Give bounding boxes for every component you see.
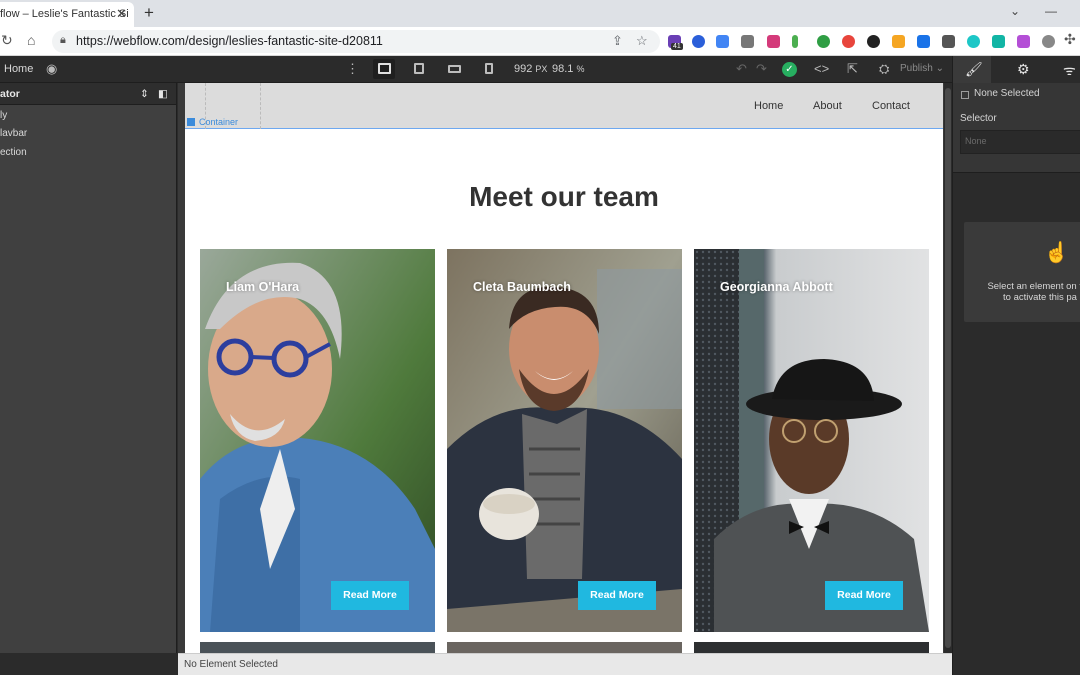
mobile-portrait-breakpoint-icon[interactable]	[478, 59, 500, 79]
reload-icon[interactable]: ↻	[1, 32, 13, 49]
tab-settings[interactable]: ⚙	[1005, 56, 1043, 83]
scrollbar-thumb[interactable]	[945, 88, 951, 648]
tab-search-chevron-icon[interactable]: ⌄	[1010, 4, 1020, 18]
team-photo-cleta	[447, 249, 682, 632]
extension-icon-9[interactable]	[867, 35, 880, 48]
navigator-item-navbar[interactable]: lavbar	[0, 128, 27, 139]
select-element-hint: ☝ Select an element on the to activate t…	[964, 222, 1080, 322]
site-page: Container Home About Contact Meet our te…	[185, 83, 943, 653]
team-card-row2[interactable]	[200, 642, 435, 653]
share-icon[interactable]: ⇪	[612, 33, 623, 49]
browser-tab-bar: flow – Leslie's Fantastic Si ✕ + ⌄ —	[0, 0, 1080, 27]
team-card[interactable]: Georgianna Abbott Read More	[694, 249, 929, 632]
team-card-row2[interactable]	[694, 642, 929, 653]
read-more-button[interactable]: Read More	[825, 581, 903, 610]
lock-icon: 🔒︎	[60, 34, 66, 46]
extension-icon-13[interactable]	[967, 35, 980, 48]
code-export-icon[interactable]: <>	[814, 61, 829, 76]
new-tab-button[interactable]: +	[144, 3, 154, 23]
tablet-breakpoint-icon[interactable]	[408, 59, 430, 79]
navigator-panel: ator ⇕ ◧ ly lavbar ection	[0, 83, 177, 653]
minimize-icon[interactable]: —	[1045, 4, 1057, 18]
none-selected-checkbox[interactable]	[961, 91, 969, 99]
gear-icon: ⚙	[1017, 61, 1030, 77]
read-more-button[interactable]: Read More	[331, 581, 409, 610]
extension-icon-16[interactable]	[1042, 35, 1055, 48]
tab-title: flow – Leslie's Fantastic Si	[0, 8, 129, 20]
omnibox[interactable]: 🔒︎ https://webflow.com/design/leslies-fa…	[52, 30, 660, 53]
desktop-breakpoint-icon[interactable]	[373, 59, 395, 79]
bookmark-star-icon[interactable]: ☆	[636, 33, 648, 49]
evernote-extension-icon[interactable]	[817, 35, 830, 48]
undo-icon[interactable]: ↶	[736, 61, 747, 77]
team-photo-georgianna	[694, 249, 929, 632]
canvas-scrollbar[interactable]	[944, 83, 952, 653]
tab-interactions[interactable]: ᯤ	[1051, 56, 1080, 83]
mobile-landscape-breakpoint-icon[interactable]	[443, 59, 465, 79]
tab-style[interactable]: 🖌︎	[953, 56, 991, 83]
team-card[interactable]: Liam O'Hara Read More	[200, 249, 435, 632]
site-navbar[interactable]: Container Home About Contact	[185, 83, 943, 129]
team-member-name: Georgianna Abbott	[720, 280, 833, 294]
interactions-icon: ᯤ	[1063, 62, 1076, 78]
publish-button[interactable]: Publish ⌄	[900, 63, 944, 74]
audit-check-icon[interactable]: ✓	[782, 62, 797, 77]
extension-icon-15[interactable]	[1017, 35, 1030, 48]
expand-collapse-icon[interactable]: ⇕	[140, 88, 149, 100]
extension-icon-2[interactable]	[692, 35, 705, 48]
page-selector[interactable]: Home	[4, 63, 33, 75]
designer-toolbar: Home ◉ ⋮ 992 PX 98.1 % ↶ ↷ ✓ <> ⇱ ⛭ Publ…	[0, 56, 1080, 83]
none-selected-label: None Selected	[974, 88, 1040, 99]
browser-tab[interactable]: flow – Leslie's Fantastic Si ✕	[0, 2, 134, 27]
selector-section: None Selected Selector	[953, 83, 1080, 173]
selector-input[interactable]: None	[960, 130, 1080, 154]
read-more-button[interactable]: Read More	[578, 581, 656, 610]
canvas-zoom: 98.1 %	[552, 63, 585, 75]
nav-link-home[interactable]: Home	[754, 100, 783, 112]
extensions-puzzle-icon[interactable]: ✣	[1064, 31, 1076, 48]
hint-text: Select an element on the to activate thi…	[987, 281, 1080, 303]
extension-icon-14[interactable]	[992, 35, 1005, 48]
team-member-name: Cleta Baumbach	[473, 280, 571, 294]
canvas-width: 992 PX	[514, 63, 548, 75]
pointer-hand-icon: ☝	[1044, 242, 1069, 264]
breadcrumb-status-bar: No Element Selected	[178, 653, 952, 675]
team-card-row2[interactable]	[447, 642, 682, 653]
cart-extension-icon[interactable]	[892, 35, 905, 48]
team-member-name: Liam O'Hara	[226, 280, 300, 294]
translate-extension-icon[interactable]	[716, 35, 729, 48]
share-link-icon[interactable]: ⇱	[847, 61, 858, 77]
extension-icon-6[interactable]	[792, 35, 798, 48]
dock-panel-icon[interactable]: ◧	[158, 88, 168, 100]
paintbrush-icon: 🖌︎	[965, 61, 983, 77]
status-text: No Element Selected	[184, 659, 278, 670]
navigator-header: ator ⇕ ◧	[0, 83, 176, 105]
extension-icon-11[interactable]	[917, 35, 930, 48]
redo-icon[interactable]: ↷	[756, 61, 767, 77]
nav-link-contact[interactable]: Contact	[872, 100, 910, 112]
status-left-filler	[0, 653, 178, 675]
team-photo-liam	[200, 249, 435, 632]
url-text: https://webflow.com/design/leslies-fanta…	[76, 34, 383, 48]
tab-close-icon[interactable]: ✕	[116, 6, 127, 22]
publish-rocket-icon[interactable]: ⛭	[879, 61, 889, 77]
selector-label: Selector	[960, 113, 997, 124]
team-card[interactable]: Cleta Baumbach Read More	[447, 249, 682, 632]
container-label[interactable]: Container	[187, 117, 238, 127]
more-options-icon[interactable]: ⋮	[346, 61, 359, 77]
extension-icon-12[interactable]	[942, 35, 955, 48]
navigator-item-body[interactable]: ly	[0, 110, 7, 121]
nav-link-about[interactable]: About	[813, 100, 842, 112]
style-panel: 🖌︎ ⚙ ᯤ None Selected Selector None ☝ Sel…	[952, 56, 1080, 675]
home-icon[interactable]: ⌂	[27, 32, 35, 48]
address-bar-row: ↻ ⌂ 🔒︎ https://webflow.com/design/leslie…	[0, 27, 1080, 56]
extension-icon-8[interactable]	[842, 35, 855, 48]
preview-eye-icon[interactable]: ◉	[46, 61, 57, 77]
extension-badge: 41	[671, 43, 683, 50]
camera-extension-icon[interactable]	[741, 35, 754, 48]
extension-icon-5[interactable]	[767, 35, 780, 48]
team-heading: Meet our team	[469, 181, 659, 212]
navigator-item-section[interactable]: ection	[0, 147, 27, 158]
navigator-title: ator	[0, 88, 20, 100]
